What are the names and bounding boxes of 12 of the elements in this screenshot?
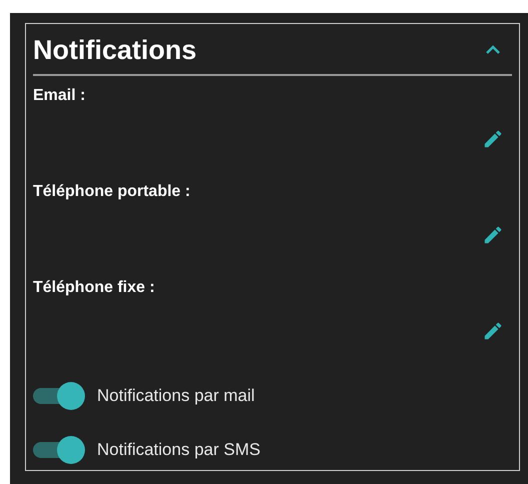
toggle-switch[interactable] — [33, 382, 85, 410]
toggle-label: Notifications par SMS — [97, 439, 260, 462]
field-label: Email : — [33, 86, 86, 106]
collapse-button[interactable] — [484, 44, 502, 56]
section-title: Notifications — [33, 34, 197, 67]
toggle-label: Notifications par mail — [97, 385, 255, 408]
toggle-switch[interactable] — [33, 436, 85, 464]
field-label: Téléphone portable : — [33, 182, 192, 202]
pencil-icon[interactable] — [482, 128, 504, 150]
pencil-icon[interactable] — [482, 224, 504, 246]
pencil-icon[interactable] — [482, 320, 504, 342]
field-label: Téléphone fixe : — [33, 278, 156, 298]
